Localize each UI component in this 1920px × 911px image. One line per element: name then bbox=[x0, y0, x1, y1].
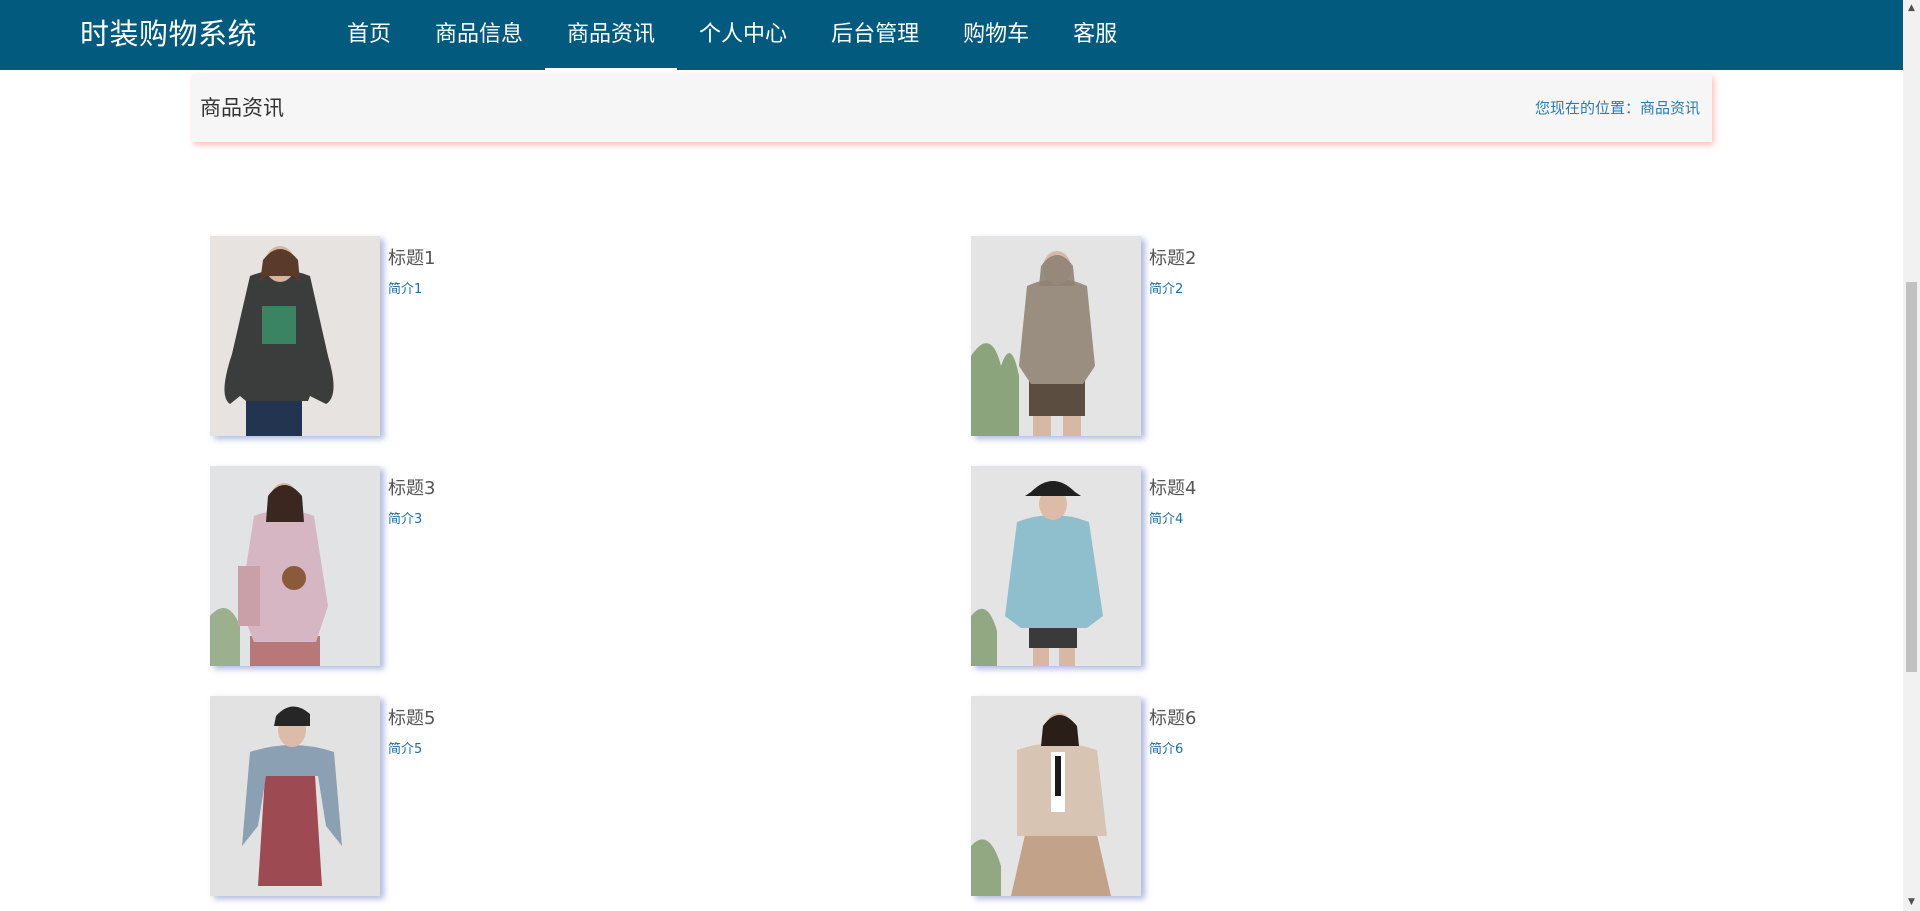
model-dark-sweatshirt-photo[interactable] bbox=[210, 236, 380, 436]
news-title[interactable]: 标题5 bbox=[388, 704, 435, 730]
news-item[interactable]: 标题4 简介4 bbox=[971, 466, 1671, 666]
model-beige-hoodie-photo[interactable] bbox=[971, 236, 1141, 436]
scrollbar-thumb[interactable] bbox=[1906, 282, 1917, 672]
model-fleece-jacket-photo[interactable] bbox=[971, 696, 1141, 896]
news-desc[interactable]: 简介3 bbox=[388, 508, 422, 527]
model-pink-hoodie-photo[interactable] bbox=[210, 466, 380, 666]
news-item[interactable]: 标题5 简介5 bbox=[210, 696, 910, 896]
news-title[interactable]: 标题2 bbox=[1149, 244, 1196, 270]
news-desc[interactable]: 简介2 bbox=[1149, 278, 1183, 297]
news-desc[interactable]: 简介1 bbox=[388, 278, 422, 297]
news-item[interactable]: 标题3 简介3 bbox=[210, 466, 910, 666]
news-desc[interactable]: 简介5 bbox=[388, 738, 422, 757]
model-blue-hoodie-photo[interactable] bbox=[971, 466, 1141, 666]
news-desc[interactable]: 简介4 bbox=[1149, 508, 1183, 527]
news-item[interactable]: 标题2 简介2 bbox=[971, 236, 1671, 436]
news-item[interactable]: 标题6 简介6 bbox=[971, 696, 1671, 896]
news-title[interactable]: 标题1 bbox=[388, 244, 435, 270]
scroll-down-icon[interactable]: ▼ bbox=[1903, 894, 1920, 911]
news-title[interactable]: 标题4 bbox=[1149, 474, 1196, 500]
news-item[interactable]: 标题1 简介1 bbox=[210, 236, 910, 436]
news-title[interactable]: 标题6 bbox=[1149, 704, 1196, 730]
news-list: 标题1 简介1 标题2 简介2 标题3 简介3 标题4 简介4 标题5 简介5 … bbox=[0, 0, 1903, 911]
scroll-up-icon[interactable]: ▲ bbox=[1903, 0, 1920, 17]
model-denim-jacket-photo[interactable] bbox=[210, 696, 380, 896]
news-desc[interactable]: 简介6 bbox=[1149, 738, 1183, 757]
news-title[interactable]: 标题3 bbox=[388, 474, 435, 500]
vertical-scrollbar[interactable]: ▲ ▼ bbox=[1903, 0, 1920, 911]
